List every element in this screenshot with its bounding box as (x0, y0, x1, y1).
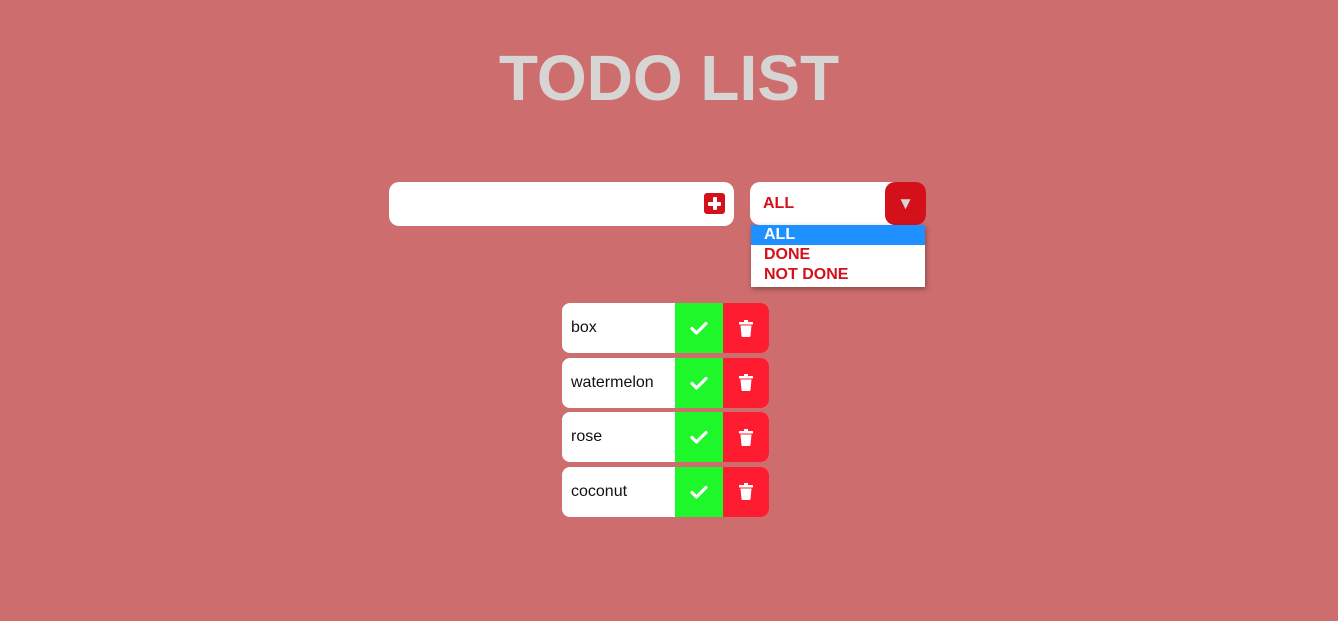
todo-input[interactable] (389, 182, 699, 226)
todo-text: watermelon (571, 373, 654, 391)
plus-square-icon[interactable] (704, 193, 725, 214)
delete-button[interactable] (723, 412, 769, 463)
todo-list: box watermelon rose coconut (562, 303, 769, 521)
filter-select[interactable]: ALL ▼ (750, 182, 926, 225)
todo-item: rose (562, 412, 769, 463)
check-icon (690, 485, 708, 499)
complete-button[interactable] (675, 357, 723, 408)
filter-option-all[interactable]: ALL (751, 225, 925, 245)
check-icon (690, 321, 708, 335)
todo-item: watermelon (562, 357, 769, 408)
delete-button[interactable] (723, 303, 769, 353)
trash-icon (739, 374, 753, 392)
todo-text: coconut (571, 482, 628, 500)
trash-icon (739, 483, 753, 501)
filter-option-not-done[interactable]: NOT DONE (751, 265, 925, 285)
filter-option-done[interactable]: DONE (751, 245, 925, 265)
todo-text: rose (571, 428, 603, 446)
check-icon (690, 376, 708, 390)
delete-button[interactable] (723, 466, 769, 517)
todo-item: box (562, 303, 769, 353)
trash-icon (739, 428, 753, 446)
todo-text: box (571, 319, 597, 336)
todo-input-container (389, 182, 734, 226)
complete-button[interactable] (675, 466, 723, 517)
page-title: TODO LIST (498, 42, 840, 114)
check-icon (690, 430, 708, 444)
complete-button[interactable] (675, 303, 723, 353)
trash-icon (739, 319, 753, 337)
filter-selected-value: ALL (763, 195, 795, 212)
complete-button[interactable] (675, 412, 723, 463)
delete-button[interactable] (723, 357, 769, 408)
todo-app: TODO LIST ALL ▼ ALL DONE NOT DONE box wa… (0, 0, 1338, 621)
dropdown-arrow-icon[interactable]: ▼ (885, 182, 926, 225)
todo-item: coconut (562, 466, 769, 517)
filter-dropdown: ALL DONE NOT DONE (751, 225, 925, 287)
